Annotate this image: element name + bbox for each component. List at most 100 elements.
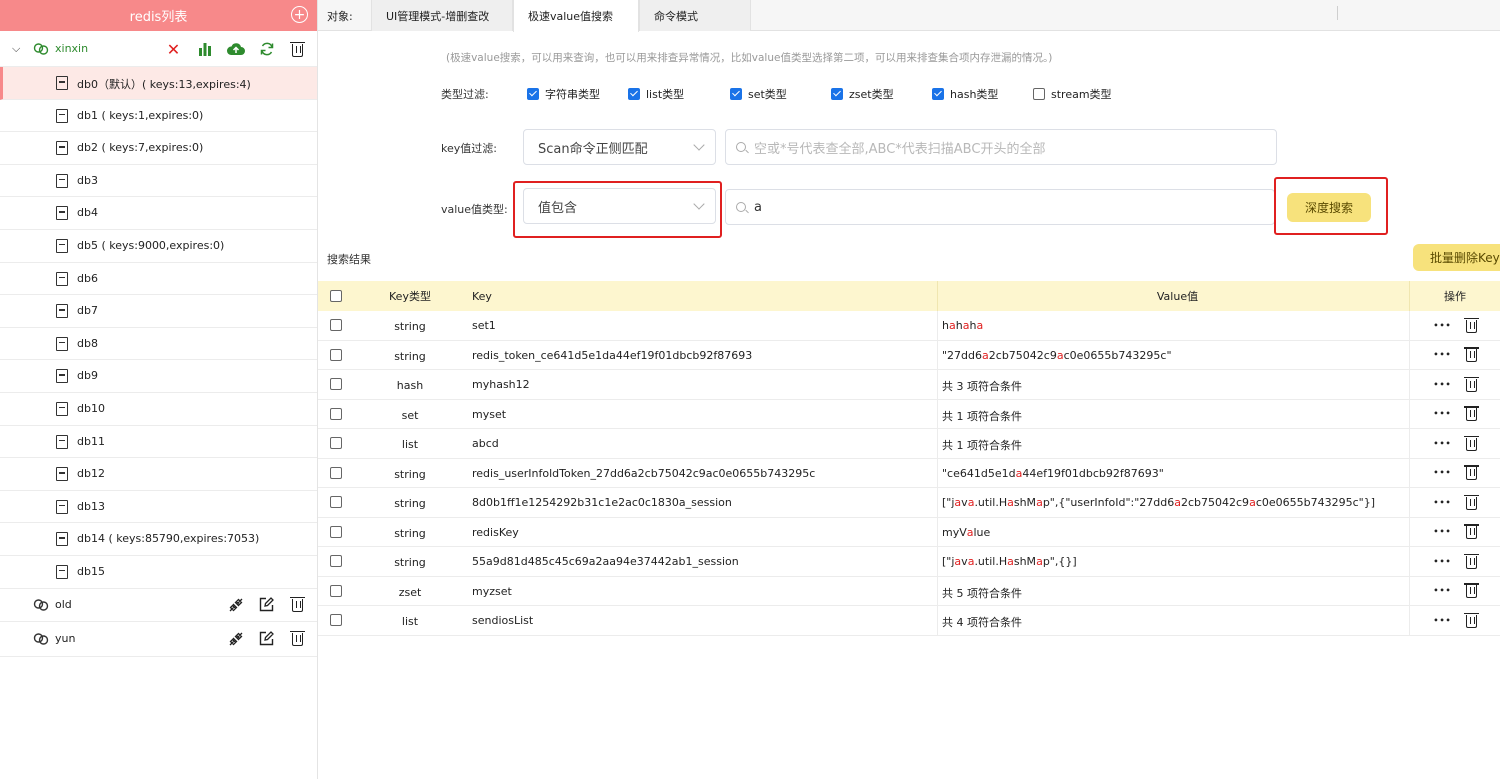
more-icon[interactable]: ••• bbox=[1433, 616, 1451, 625]
table-row[interactable]: string 55a9d81d485c45c69a2aa94e37442ab1_s… bbox=[318, 547, 1500, 577]
plug-icon[interactable] bbox=[225, 595, 246, 615]
more-icon[interactable]: ••• bbox=[1433, 557, 1451, 566]
db-item[interactable]: db10 bbox=[0, 393, 317, 426]
more-icon[interactable]: ••• bbox=[1433, 586, 1451, 595]
trash-icon[interactable] bbox=[1463, 435, 1479, 451]
value-search-input[interactable]: a bbox=[725, 189, 1275, 225]
db-item[interactable]: db2 ( keys:7,expires:0) bbox=[0, 132, 317, 165]
row-checkbox[interactable] bbox=[330, 614, 342, 627]
more-icon[interactable]: ••• bbox=[1433, 350, 1451, 359]
chevron-down-icon[interactable]: ⌵ bbox=[12, 42, 20, 56]
db-item[interactable]: db8 bbox=[0, 328, 317, 361]
trash-icon[interactable] bbox=[1463, 465, 1479, 481]
row-checkbox[interactable] bbox=[330, 555, 342, 568]
table-row[interactable]: string 8d0b1ff1e1254292b31c1e2ac0c1830a_s… bbox=[318, 488, 1500, 518]
value-mode-select[interactable]: 值包含 bbox=[523, 188, 716, 224]
plug-icon[interactable] bbox=[225, 629, 246, 649]
type-filter-option[interactable]: zset类型 bbox=[831, 86, 894, 102]
type-filter-option[interactable]: hash类型 bbox=[932, 86, 998, 102]
row-checkbox[interactable] bbox=[330, 319, 342, 332]
type-filter-checkbox[interactable] bbox=[527, 88, 539, 100]
table-row[interactable]: set myset 共 1 项符合条件 ••• bbox=[318, 399, 1500, 429]
db-item[interactable]: db7 bbox=[0, 295, 317, 328]
db-item[interactable]: db15 bbox=[0, 556, 317, 589]
db-item[interactable]: db4 bbox=[0, 197, 317, 230]
type-filter-checkbox[interactable] bbox=[628, 88, 640, 100]
row-checkbox[interactable] bbox=[330, 496, 342, 509]
tab-ui-manage[interactable]: UI管理模式-增删查改 bbox=[371, 0, 513, 31]
table-row[interactable]: string set1 h a h a h a ••• bbox=[318, 311, 1500, 341]
table-row[interactable]: list sendiosList 共 4 项符合条件 ••• bbox=[318, 606, 1500, 636]
row-checkbox[interactable] bbox=[330, 437, 342, 450]
key-filter-input[interactable]: 空或*号代表查全部,ABC*代表扫描ABC开头的全部 bbox=[725, 129, 1277, 165]
more-icon[interactable]: ••• bbox=[1433, 527, 1451, 536]
table-row[interactable]: hash myhash12 共 3 项符合条件 ••• bbox=[318, 370, 1500, 400]
key-mode-select[interactable]: Scan命令正侧匹配 bbox=[523, 129, 716, 165]
trash-icon[interactable] bbox=[1463, 376, 1479, 392]
type-filter-option[interactable]: stream类型 bbox=[1033, 86, 1112, 102]
more-icon[interactable]: ••• bbox=[1433, 498, 1451, 507]
edit-icon[interactable] bbox=[256, 595, 277, 615]
connection-name: old bbox=[55, 597, 72, 611]
db-item[interactable]: db1 ( keys:1,expires:0) bbox=[0, 100, 317, 133]
type-filter-option[interactable]: list类型 bbox=[628, 86, 684, 102]
trash-icon[interactable] bbox=[1463, 317, 1479, 333]
table-row[interactable]: string redis_userInfoldToken_27dd6a2cb750… bbox=[318, 458, 1500, 488]
type-filter-option[interactable]: 字符串类型 bbox=[527, 86, 600, 102]
type-filter-checkbox[interactable] bbox=[932, 88, 944, 100]
deep-search-button[interactable]: 深度搜索 bbox=[1287, 193, 1371, 222]
edit-icon[interactable] bbox=[256, 629, 277, 649]
close-icon[interactable]: ✕ bbox=[163, 39, 184, 59]
batch-delete-button[interactable]: 批量删除Key bbox=[1413, 244, 1500, 271]
db-item[interactable]: db5 ( keys:9000,expires:0) bbox=[0, 230, 317, 263]
db-item-label: db3 bbox=[77, 173, 98, 187]
db-item[interactable]: db11 bbox=[0, 426, 317, 459]
db-item[interactable]: db0（默认）( keys:13,expires:4) bbox=[0, 67, 317, 100]
more-icon[interactable]: ••• bbox=[1433, 321, 1451, 330]
row-checkbox[interactable] bbox=[330, 466, 342, 479]
trash-icon[interactable] bbox=[1463, 583, 1479, 599]
table-row[interactable]: list abcd 共 1 项符合条件 ••• bbox=[318, 429, 1500, 459]
db-item[interactable]: db6 bbox=[0, 263, 317, 296]
row-checkbox[interactable] bbox=[330, 348, 342, 361]
more-icon[interactable]: ••• bbox=[1433, 380, 1451, 389]
type-filter-checkbox[interactable] bbox=[730, 88, 742, 100]
db-item[interactable]: db12 bbox=[0, 458, 317, 491]
trash-icon[interactable] bbox=[1463, 524, 1479, 540]
table-row[interactable]: string redisKey myV a lue ••• bbox=[318, 517, 1500, 547]
row-checkbox[interactable] bbox=[330, 584, 342, 597]
db-item[interactable]: db13 bbox=[0, 491, 317, 524]
more-icon[interactable]: ••• bbox=[1433, 409, 1451, 418]
bar-chart-icon[interactable] bbox=[194, 39, 215, 59]
tab-command[interactable]: 命令模式 bbox=[639, 0, 751, 31]
connection-old[interactable]: old bbox=[0, 589, 317, 622]
more-icon[interactable]: ••• bbox=[1433, 468, 1451, 477]
select-all-checkbox[interactable] bbox=[330, 290, 342, 302]
db-item[interactable]: db3 bbox=[0, 165, 317, 198]
table-row[interactable]: string redis_token_ce641d5e1da44ef19f01db… bbox=[318, 340, 1500, 370]
type-filter-checkbox[interactable] bbox=[1033, 88, 1045, 100]
table-row[interactable]: zset myzset 共 5 项符合条件 ••• bbox=[318, 576, 1500, 606]
db-item[interactable]: db9 bbox=[0, 360, 317, 393]
connection-xinxin[interactable]: ⌵ xinxin ✕ bbox=[0, 31, 317, 67]
row-checkbox[interactable] bbox=[330, 525, 342, 538]
trash-icon[interactable] bbox=[1463, 553, 1479, 569]
db-item[interactable]: db14 ( keys:85790,expires:7053) bbox=[0, 523, 317, 556]
trash-icon[interactable] bbox=[1463, 347, 1479, 363]
plus-circle-icon[interactable]: + bbox=[291, 6, 308, 23]
row-checkbox[interactable] bbox=[330, 378, 342, 391]
trash-icon[interactable] bbox=[287, 629, 308, 649]
row-checkbox[interactable] bbox=[330, 407, 342, 420]
trash-icon[interactable] bbox=[1463, 612, 1479, 628]
trash-icon[interactable] bbox=[287, 39, 308, 59]
tab-value-search[interactable]: 极速value值搜索 bbox=[513, 0, 639, 32]
trash-icon[interactable] bbox=[1463, 494, 1479, 510]
more-icon[interactable]: ••• bbox=[1433, 439, 1451, 448]
type-filter-checkbox[interactable] bbox=[831, 88, 843, 100]
cloud-upload-icon[interactable] bbox=[225, 39, 246, 59]
connection-yun[interactable]: yun bbox=[0, 622, 317, 657]
type-filter-option[interactable]: set类型 bbox=[730, 86, 787, 102]
refresh-icon[interactable] bbox=[256, 39, 277, 59]
trash-icon[interactable] bbox=[1463, 406, 1479, 422]
trash-icon[interactable] bbox=[287, 595, 308, 615]
